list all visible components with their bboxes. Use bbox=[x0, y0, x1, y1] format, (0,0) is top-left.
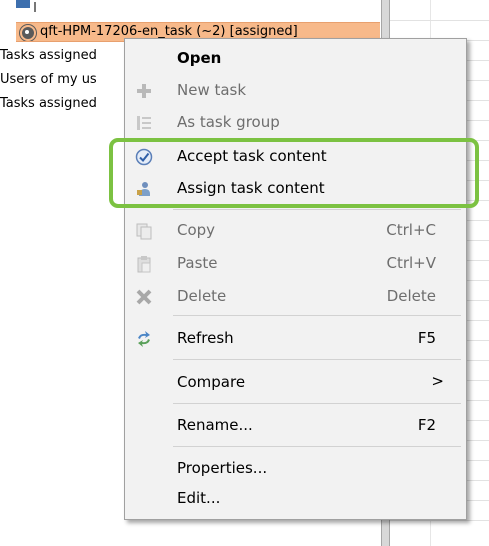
menu-item-label: Properties... bbox=[177, 459, 268, 477]
tree-item[interactable]: Tasks assigned bbox=[0, 46, 124, 66]
menu-item-label: Compare bbox=[177, 373, 246, 391]
tree-connector bbox=[34, 2, 36, 12]
menu-separator bbox=[173, 359, 461, 360]
grid-divider bbox=[390, 520, 489, 521]
menu-item-properties[interactable]: Properties... bbox=[125, 453, 466, 485]
menu-item-shortcut: Delete bbox=[386, 287, 436, 305]
menu-separator bbox=[173, 403, 461, 404]
tree-item-label: Users of my us bbox=[0, 72, 97, 87]
tree-item-label: qft-HPM-17206-en_task (~2) [assigned] bbox=[40, 24, 298, 39]
menu-item-label: Copy bbox=[177, 221, 216, 239]
submenu-arrow-icon: > bbox=[431, 372, 444, 390]
menu-item-shortcut: F5 bbox=[417, 329, 436, 347]
menu-item-shortcut: Ctrl+C bbox=[386, 221, 436, 239]
copy-icon bbox=[136, 223, 152, 240]
menu-item-open[interactable]: Open bbox=[125, 43, 466, 75]
menu-separator bbox=[173, 209, 461, 210]
menu-item-label: Delete bbox=[177, 287, 227, 305]
plus-icon bbox=[137, 84, 151, 98]
menu-item-rename[interactable]: Rename... F2 bbox=[125, 410, 466, 442]
tree-item-label: Tasks assigned bbox=[0, 48, 97, 63]
highlight-callout bbox=[109, 138, 479, 208]
menu-item-paste[interactable]: Paste Ctrl+V bbox=[125, 248, 466, 280]
menu-item-label: Paste bbox=[177, 254, 218, 272]
menu-item-label: Edit... bbox=[177, 489, 221, 507]
delete-x-icon bbox=[136, 289, 152, 305]
menu-item-as-task-group[interactable]: As task group bbox=[125, 107, 466, 139]
menu-item-shortcut: Ctrl+V bbox=[386, 254, 436, 272]
menu-item-copy[interactable]: Copy Ctrl+C bbox=[125, 215, 466, 247]
grid-divider bbox=[390, 20, 489, 21]
gear-icon bbox=[20, 25, 36, 41]
menu-item-compare[interactable]: Compare > bbox=[125, 367, 466, 399]
menu-item-shortcut: F2 bbox=[417, 416, 436, 434]
menu-item-refresh[interactable]: Refresh F5 bbox=[125, 323, 466, 355]
menu-item-label: New task bbox=[177, 81, 247, 99]
refresh-icon bbox=[138, 331, 150, 347]
tree-item-label: Tasks assigned bbox=[0, 96, 97, 111]
menu-separator bbox=[173, 446, 461, 447]
menu-item-label: Rename... bbox=[177, 416, 253, 434]
menu-item-label: Refresh bbox=[177, 329, 234, 347]
menu-item-delete[interactable]: Delete Delete bbox=[125, 281, 466, 313]
menu-item-new-task[interactable]: New task bbox=[125, 75, 466, 107]
context-menu: Open New task As task group Accept task … bbox=[124, 38, 467, 520]
tree-node-icon bbox=[16, 0, 30, 8]
menu-separator bbox=[173, 315, 461, 316]
tree-item[interactable]: Users of my us bbox=[0, 70, 124, 90]
paste-icon bbox=[137, 256, 151, 273]
tree-item[interactable]: Tasks assigned bbox=[0, 94, 124, 114]
task-group-icon bbox=[137, 116, 151, 130]
menu-item-edit[interactable]: Edit... bbox=[125, 483, 466, 515]
menu-item-label: As task group bbox=[177, 113, 280, 131]
menu-item-label: Open bbox=[177, 49, 222, 67]
